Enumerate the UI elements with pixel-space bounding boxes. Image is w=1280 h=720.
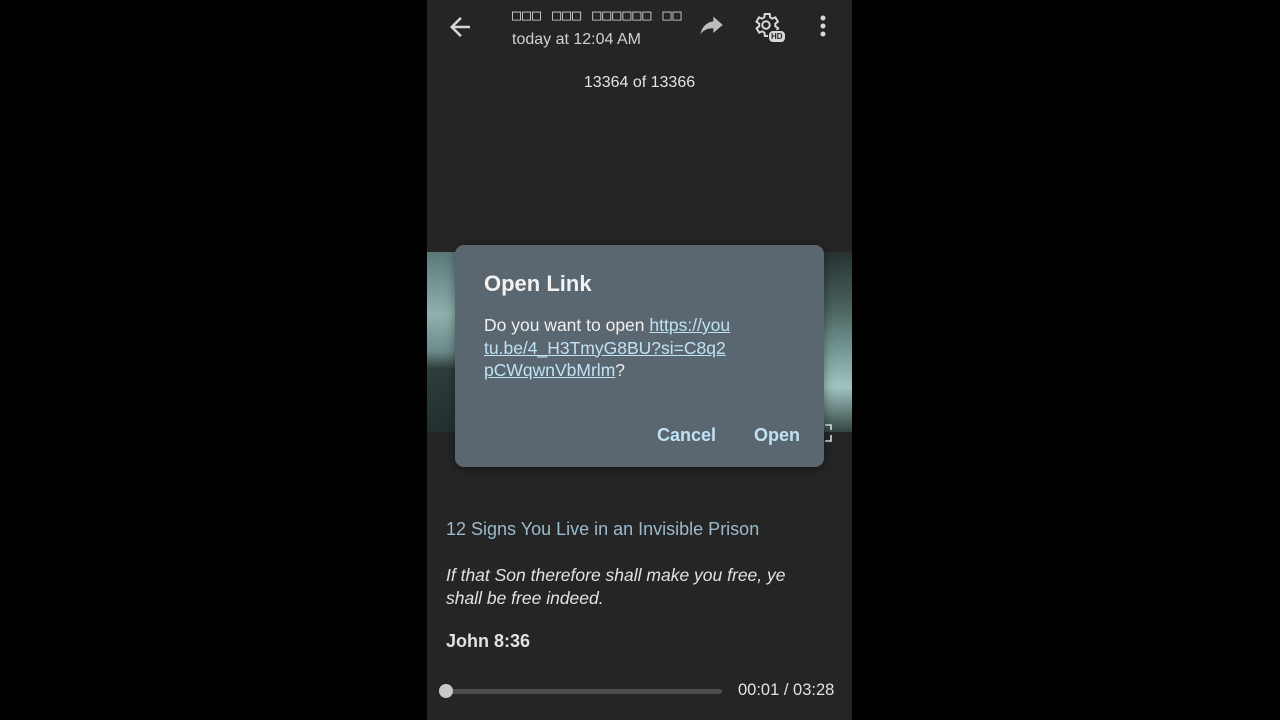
share-button[interactable] bbox=[697, 12, 725, 40]
media-counter: 13364 of 13366 bbox=[583, 74, 696, 91]
open-link-dialog: Open Link Do you want to open https://yo… bbox=[455, 245, 824, 467]
caption-quote: If that Son therefore shall make you fre… bbox=[446, 565, 786, 608]
chat-title: □□□ □□□ □□□□□□ □□ bbox=[512, 6, 683, 24]
more-vertical-icon bbox=[820, 15, 826, 37]
caption-reference: John 8:36 bbox=[446, 631, 531, 651]
cancel-button[interactable]: Cancel bbox=[657, 425, 716, 446]
fullscreen-icon[interactable] bbox=[823, 424, 835, 442]
chat-title-block: □□□ □□□ □□□□□□ □□ today at 12:04 AM bbox=[512, 5, 682, 49]
dialog-title: Open Link bbox=[484, 271, 592, 296]
video-frame-right-scene bbox=[822, 252, 852, 432]
back-button[interactable] bbox=[445, 12, 475, 42]
timestamp: today at 12:04 AM bbox=[512, 31, 641, 48]
share-icon bbox=[700, 16, 723, 35]
dialog-suffix: ? bbox=[615, 360, 626, 380]
hd-badge: HD bbox=[768, 30, 786, 43]
time-display: 00:01 / 03:28 bbox=[738, 681, 835, 699]
seek-bar[interactable] bbox=[439, 684, 722, 698]
dialog-message: Do you want to open https://youtu.be/4_H… bbox=[484, 314, 734, 382]
quality-settings-button[interactable]: HD bbox=[751, 10, 787, 44]
open-button[interactable]: Open bbox=[754, 425, 800, 446]
seek-thumb[interactable] bbox=[439, 684, 454, 698]
top-bar: □□□ □□□ □□□□□□ □□ today at 12:04 AM HD bbox=[427, 0, 852, 56]
media-viewer: □□□ □□□ □□□□□□ □□ today at 12:04 AM HD 1… bbox=[427, 0, 852, 720]
arrow-left-icon bbox=[450, 17, 470, 37]
more-options-button[interactable] bbox=[813, 12, 833, 40]
dialog-prompt: Do you want to open bbox=[484, 315, 650, 335]
caption-title: 12 Signs You Live in an Invisible Prison bbox=[446, 519, 760, 539]
